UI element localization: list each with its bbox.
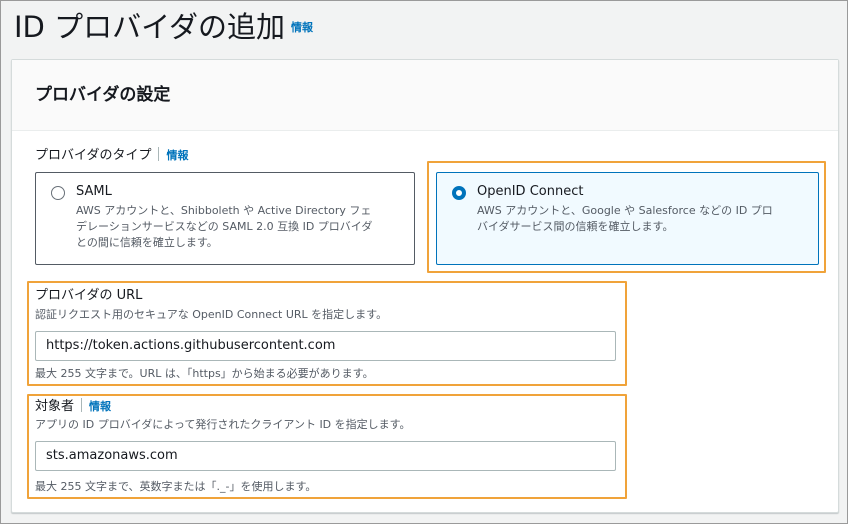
saml-option-description: AWS アカウントと、Shibboleth や Active Directory… [76,203,372,251]
provider-url-description: 認証リクエスト用のセキュアな OpenID Connect URL を指定します… [35,308,388,321]
saml-option-tile[interactable]: SAML AWS アカウントと、Shibboleth や Active Dire… [35,172,415,265]
provider-type-label-text: プロバイダのタイプ [35,148,152,163]
page-info-link[interactable]: 情報 [291,21,313,34]
page-title-text: ID プロバイダの追加 [14,10,285,44]
provider-url-input[interactable]: https://token.actions.githubusercontent.… [35,331,616,361]
saml-desc-line: AWS アカウントと、Shibboleth や Active Directory… [76,204,372,217]
oidc-option-description: AWS アカウントと、Google や Salesforce などの ID プロ… [477,203,773,235]
panel-header: プロバイダの設定 [12,60,838,131]
info-divider [81,398,83,412]
audience-constraint: 最大 255 文字まで、英数字または「._-」を使用します。 [35,480,317,493]
page-title: ID プロバイダの追加 情報 [14,8,313,47]
saml-radio[interactable] [51,186,65,200]
provider-url-label: プロバイダの URL [35,288,143,303]
oidc-option-label: OpenID Connect [477,184,584,199]
audience-label: 対象者 情報 [35,398,111,416]
saml-desc-line: デレーションサービスなどの SAML 2.0 互換 ID プロバイダ [76,220,373,233]
oidc-desc-line: AWS アカウントと、Google や Salesforce などの ID プロ [477,204,773,217]
audience-info-link[interactable]: 情報 [89,400,111,413]
info-divider [158,147,160,161]
provider-settings-panel: プロバイダの設定 プロバイダのタイプ 情報 SAML AWS アカウントと、Shi… [11,59,839,513]
audience-label-text: 対象者 [35,399,75,414]
provider-url-constraint: 最大 255 文字まで。URL は、「https」から始まる必要があります。 [35,367,374,380]
saml-option-label: SAML [76,184,112,199]
oidc-radio[interactable] [452,186,466,200]
provider-type-label: プロバイダのタイプ 情報 [35,147,188,165]
audience-input[interactable]: sts.amazonaws.com [35,441,616,471]
audience-description: アプリの ID プロバイダによって発行されたクライアント ID を指定します。 [35,418,411,431]
saml-desc-line: との間に信頼を確立します。 [76,236,218,249]
oidc-desc-line: バイダサービス間の信頼を確立します。 [477,220,674,233]
provider-type-info-link[interactable]: 情報 [166,149,188,162]
oidc-option-tile[interactable]: OpenID Connect AWS アカウントと、Google や Sales… [436,172,819,265]
panel-title: プロバイダの設定 [35,85,171,105]
